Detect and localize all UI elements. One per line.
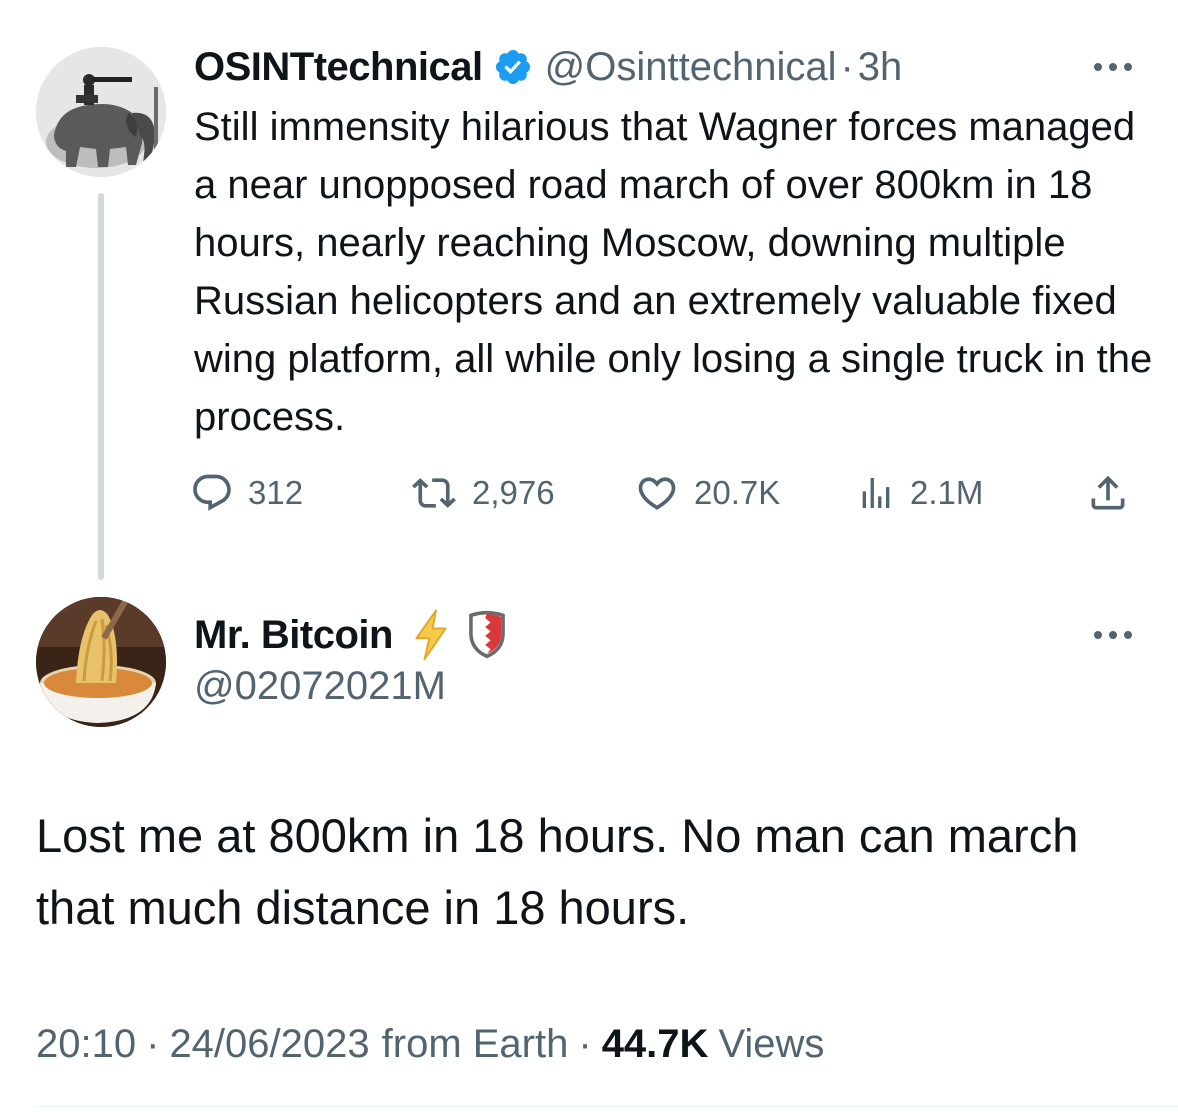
parent-tweet-text: Still immensity hilarious that Wagner fo… — [194, 105, 1153, 439]
reply-views-count: 44.7K — [601, 1021, 709, 1066]
header-separator: · — [840, 44, 854, 89]
author-display-name[interactable]: OSINTtechnical — [194, 45, 483, 90]
reply-author-display-name[interactable]: Mr. Bitcoin — [194, 613, 393, 658]
like-count: 20.7K — [694, 474, 781, 511]
more-options-icon[interactable] — [1088, 52, 1138, 82]
osint-avatar[interactable] — [36, 47, 166, 177]
heart-icon — [638, 477, 676, 510]
reply-icon — [193, 474, 231, 511]
share-icon — [1091, 475, 1125, 510]
noodles-avatar-image — [36, 597, 166, 727]
reply-header: Mr. Bitcoin — [194, 605, 509, 665]
reply-author-handle[interactable]: @02072021M — [194, 664, 446, 709]
meta-separator-2: · — [578, 1021, 592, 1066]
reply-date[interactable]: 24/06/2023 — [169, 1022, 369, 1067]
retweet-count: 2,976 — [472, 474, 555, 511]
retweet-button[interactable]: 2,976 — [410, 466, 555, 520]
parent-tweet[interactable]: OSINTtechnical @Osinttechnical · 3h Stil… — [0, 0, 1178, 590]
views-bar-chart-icon — [862, 478, 890, 508]
reply-views-label: Views — [718, 1021, 825, 1066]
tweet-action-bar: 312 2,976 20.7K 2.1M — [190, 466, 1150, 520]
tweet-timestamp[interactable]: 3h — [858, 45, 903, 90]
reply-time[interactable]: 20:10 — [36, 1022, 136, 1067]
reply-count: 312 — [248, 474, 304, 511]
bottom-divider — [36, 1106, 1178, 1107]
reply-more-options-icon[interactable] — [1088, 620, 1138, 650]
retweet-icon — [412, 478, 456, 508]
mr-bitcoin-avatar[interactable] — [36, 597, 166, 727]
thread-connector-line — [98, 193, 104, 580]
bahrain-shield-icon — [469, 610, 505, 659]
reply-button[interactable]: 312 — [190, 466, 303, 520]
like-button[interactable]: 20.7K — [634, 466, 780, 520]
elephant-avatar-image — [36, 47, 166, 177]
meta-separator: · — [146, 1021, 160, 1066]
reply-source: from Earth — [381, 1021, 569, 1066]
views-count: 2.1M — [910, 474, 984, 511]
reply-tweet-text: Lost me at 800km in 18 hours. No man can… — [36, 809, 1079, 934]
verified-badge-icon — [495, 49, 530, 85]
author-handle[interactable]: @Osinttechnical — [545, 45, 837, 90]
lightning-bolt-icon — [415, 609, 447, 661]
reply-metadata: 20:10 · 24/06/2023 from Earth · 44.7K Vi… — [36, 1014, 824, 1074]
parent-tweet-header: OSINTtechnical @Osinttechnical · 3h — [194, 40, 902, 94]
share-button[interactable] — [1086, 466, 1130, 520]
views-button[interactable]: 2.1M — [856, 466, 983, 520]
